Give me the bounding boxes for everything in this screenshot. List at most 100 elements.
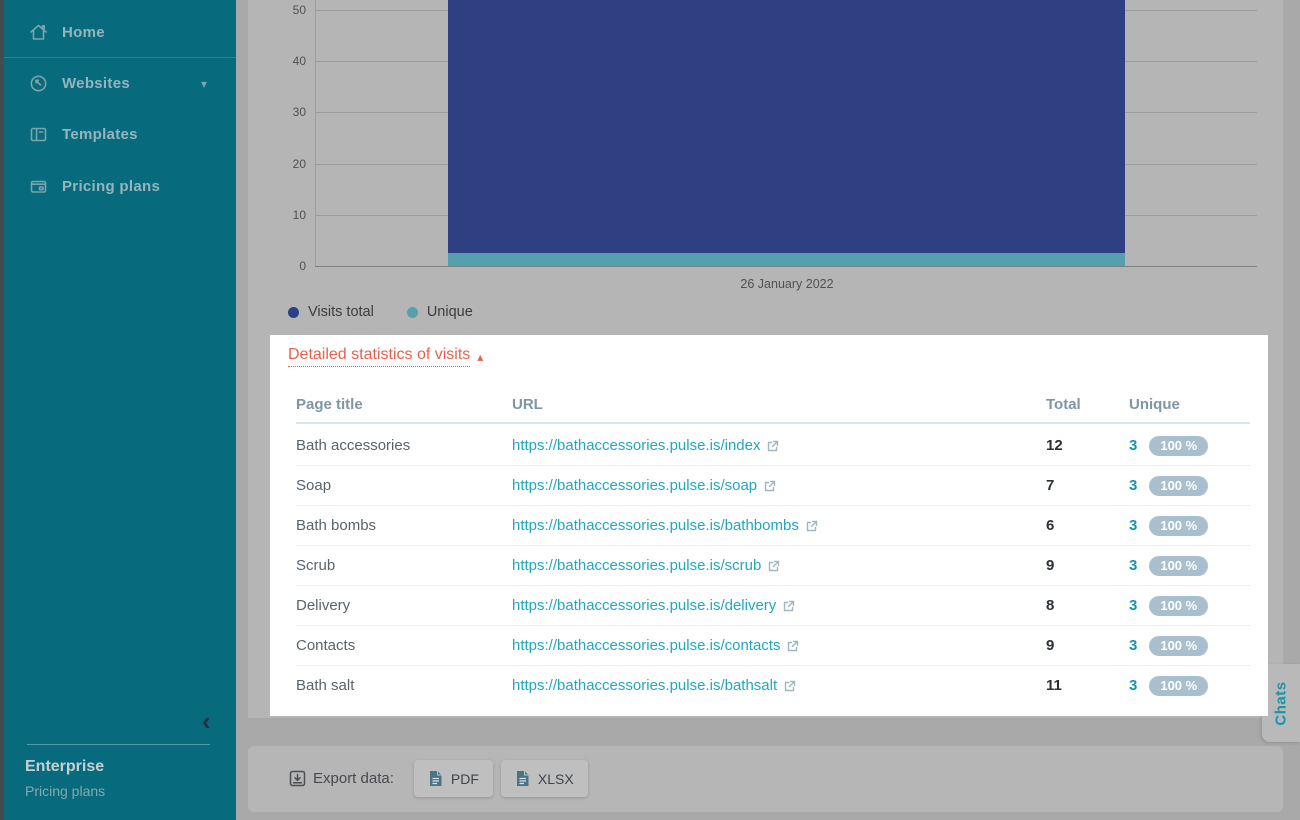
- page-url-link[interactable]: https://bathaccessories.pulse.is/bathsal…: [512, 666, 796, 706]
- globe-icon: [28, 73, 49, 94]
- legend-dot-icon: [407, 307, 418, 318]
- legend-label: Visits total: [308, 304, 374, 320]
- external-link-icon: [767, 440, 779, 452]
- heading-text: Detailed statistics of visits: [288, 346, 470, 367]
- total-cell: 8: [1046, 586, 1054, 626]
- page-url-link[interactable]: https://bathaccessories.pulse.is/index: [512, 426, 779, 466]
- unique-share-badge: 100 %: [1149, 556, 1208, 576]
- page-title-cell: Delivery: [296, 586, 350, 626]
- plan-divider: [27, 744, 210, 745]
- table-row: Contacts https://bathaccessories.pulse.i…: [296, 626, 1250, 666]
- sidebar: Home Websites ▾ Templates: [0, 0, 236, 820]
- export-xlsx-button[interactable]: XLSX: [501, 760, 588, 797]
- url-text: https://bathaccessories.pulse.is/soap: [512, 466, 757, 506]
- export-label: Export data:: [313, 770, 394, 787]
- file-icon: [515, 770, 530, 787]
- table-row: Soap https://bathaccessories.pulse.is/so…: [296, 466, 1250, 506]
- sidebar-item-label: Home: [62, 12, 105, 54]
- y-tick-label: 30: [272, 105, 306, 119]
- table-row: Delivery https://bathaccessories.pulse.i…: [296, 586, 1250, 626]
- collapse-sidebar-icon[interactable]: ‹: [202, 708, 211, 734]
- chart-y-axis-line: [315, 0, 316, 267]
- y-tick-label: 0: [272, 259, 306, 273]
- table-row: Scrub https://bathaccessories.pulse.is/s…: [296, 546, 1250, 586]
- page-url-link[interactable]: https://bathaccessories.pulse.is/contact…: [512, 626, 799, 666]
- unique-cell: 3 100 %: [1129, 466, 1208, 506]
- sidebar-item-home[interactable]: Home: [0, 12, 236, 54]
- plan-pricing-link[interactable]: Pricing plans: [25, 783, 105, 799]
- y-tick-label: 40: [272, 54, 306, 68]
- y-tick-label: 10: [272, 208, 306, 222]
- y-tick-label: 50: [272, 3, 306, 17]
- external-link-icon: [806, 520, 818, 532]
- col-header-total: Total: [1046, 385, 1081, 424]
- col-header-url: URL: [512, 385, 543, 424]
- url-text: https://bathaccessories.pulse.is/bathsal…: [512, 666, 777, 706]
- url-text: https://bathaccessories.pulse.is/index: [512, 426, 760, 466]
- page-url-link[interactable]: https://bathaccessories.pulse.is/soap: [512, 466, 776, 506]
- legend-item-visits-total[interactable]: Visits total: [288, 304, 374, 320]
- page-url-link[interactable]: https://bathaccessories.pulse.is/deliver…: [512, 586, 795, 626]
- unique-count: 3: [1129, 666, 1137, 706]
- wallet-icon: [28, 176, 49, 197]
- sidebar-item-templates[interactable]: Templates: [0, 114, 236, 156]
- sidebar-item-label: Pricing plans: [62, 166, 160, 208]
- unique-count: 3: [1129, 466, 1137, 506]
- unique-count: 3: [1129, 546, 1137, 586]
- page-title-cell: Bath bombs: [296, 506, 376, 546]
- chart-legend: Visits total Unique: [288, 304, 473, 320]
- export-pdf-button[interactable]: PDF: [414, 760, 493, 797]
- page-url-link[interactable]: https://bathaccessories.pulse.is/bathbom…: [512, 506, 818, 546]
- page-title-cell: Bath salt: [296, 666, 354, 706]
- sidebar-item-label: Websites: [62, 63, 130, 105]
- total-cell: 9: [1046, 546, 1054, 586]
- export-xlsx-label: XLSX: [538, 771, 574, 787]
- sidebar-item-label: Templates: [62, 114, 138, 156]
- sidebar-item-pricing-plans[interactable]: Pricing plans: [0, 166, 236, 208]
- external-link-icon: [787, 640, 799, 652]
- window-left-edge: [0, 0, 4, 820]
- unique-share-badge: 100 %: [1149, 596, 1208, 616]
- total-cell: 11: [1046, 666, 1062, 706]
- bar-visits-total: [448, 0, 1125, 253]
- y-tick-label: 20: [272, 157, 306, 171]
- unique-share-badge: 100 %: [1149, 636, 1208, 656]
- external-link-icon: [768, 560, 780, 572]
- x-tick-label: 26 January 2022: [697, 277, 877, 291]
- total-cell: 12: [1046, 426, 1063, 466]
- unique-cell: 3 100 %: [1129, 666, 1208, 706]
- chevron-down-icon: ▾: [201, 63, 207, 105]
- total-cell: 9: [1046, 626, 1054, 666]
- unique-cell: 3 100 %: [1129, 546, 1208, 586]
- templates-icon: [28, 124, 49, 145]
- total-cell: 6: [1046, 506, 1054, 546]
- url-text: https://bathaccessories.pulse.is/scrub: [512, 546, 761, 586]
- table-header-row: Page title URL Total Unique: [296, 385, 1250, 424]
- unique-share-badge: 100 %: [1149, 676, 1208, 696]
- unique-count: 3: [1129, 506, 1137, 546]
- unique-count: 3: [1129, 626, 1137, 666]
- app-root: Home Websites ▾ Templates: [0, 0, 1300, 820]
- url-text: https://bathaccessories.pulse.is/contact…: [512, 626, 780, 666]
- external-link-icon: [764, 480, 776, 492]
- detailed-statistics-panel: Detailed statistics of visits ▴ Page tit…: [270, 335, 1268, 716]
- page-url-link[interactable]: https://bathaccessories.pulse.is/scrub: [512, 546, 780, 586]
- export-pdf-label: PDF: [451, 771, 479, 787]
- file-icon: [428, 770, 443, 787]
- bar-unique: [448, 253, 1125, 266]
- sidebar-item-websites[interactable]: Websites ▾: [0, 63, 236, 105]
- unique-cell: 3 100 %: [1129, 586, 1208, 626]
- unique-share-badge: 100 %: [1149, 436, 1208, 456]
- unique-cell: 3 100 %: [1129, 426, 1208, 466]
- col-header-unique: Unique: [1129, 385, 1180, 424]
- legend-item-unique[interactable]: Unique: [407, 304, 473, 320]
- detailed-statistics-toggle[interactable]: Detailed statistics of visits ▴: [288, 346, 483, 367]
- unique-count: 3: [1129, 586, 1137, 626]
- table-row: Bath bombs https://bathaccessories.pulse…: [296, 506, 1250, 546]
- external-link-icon: [783, 600, 795, 612]
- page-title-cell: Contacts: [296, 626, 355, 666]
- export-icon: [288, 769, 307, 788]
- table-row: Bath salt https://bathaccessories.pulse.…: [296, 666, 1250, 706]
- page-title-cell: Scrub: [296, 546, 335, 586]
- external-link-icon: [784, 680, 796, 692]
